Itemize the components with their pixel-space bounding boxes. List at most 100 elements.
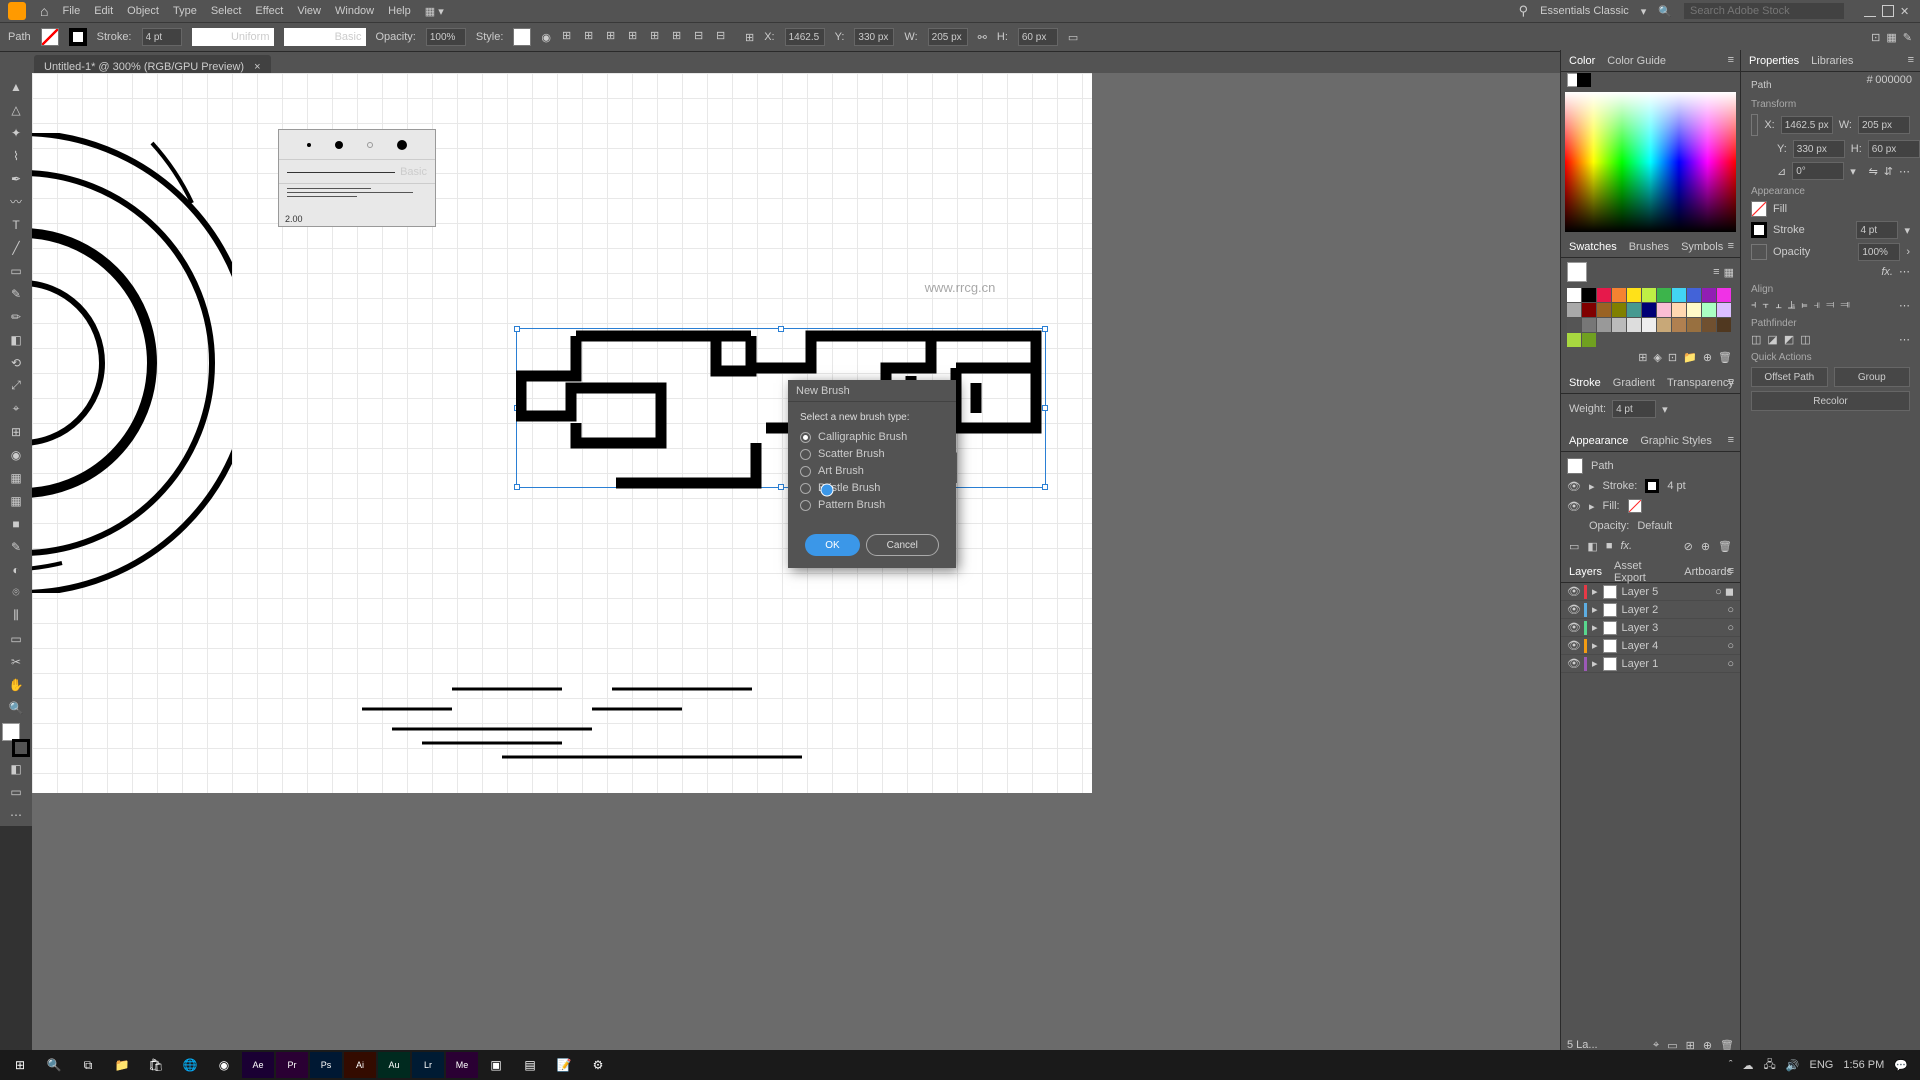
task-browser-icon[interactable]: 🌐 [174,1052,206,1078]
zoom-tool-icon[interactable]: 🔍 [2,696,30,719]
fill-stroke-toggle[interactable] [2,723,30,757]
clear-icon[interactable]: ⊘ [1684,540,1693,553]
prop-angle-input[interactable] [1792,162,1844,180]
swatch-chip[interactable] [1687,318,1701,332]
w-input[interactable] [928,28,968,46]
selection-tool-icon[interactable]: ▲ [2,75,30,98]
swatch-chip[interactable] [1672,303,1686,317]
prop-opacity-icon[interactable] [1751,244,1767,260]
cancel-button[interactable]: Cancel [866,534,939,556]
width-profile[interactable]: Uniform [192,28,274,46]
layer-row[interactable]: 👁▸Layer 1○ [1561,655,1740,673]
task-search-icon[interactable]: 🔍 [38,1052,70,1078]
swatch-chip[interactable] [1642,288,1656,302]
stock-search-input[interactable] [1684,3,1844,19]
task-chrome-icon[interactable]: ◉ [208,1052,240,1078]
group-button[interactable]: Group [1834,367,1911,387]
shaper-tool-icon[interactable]: ✏ [2,305,30,328]
more-opts-icon[interactable]: ⋯ [1899,299,1910,312]
new-group-icon[interactable]: 📁 [1683,351,1697,364]
fill-swatch[interactable] [41,28,59,46]
scale-tool-icon[interactable]: ⤢ [2,374,30,397]
align-vmid-icon[interactable]: ⊞ [649,28,669,46]
start-button-icon[interactable]: ⊞ [4,1052,36,1078]
flip-h-icon[interactable]: ⇋ [1869,165,1878,178]
menu-object[interactable]: Object [127,5,159,17]
new-art-icon[interactable]: ▭ [1569,540,1579,553]
swatch-chip[interactable] [1612,318,1626,332]
fx-icon[interactable]: fx. [1881,266,1893,278]
tray-onedrive-icon[interactable]: ☁ [1743,1059,1754,1072]
prop-x-input[interactable] [1781,116,1833,134]
curvature-tool-icon[interactable]: 〰 [2,190,30,213]
tab-graphic-styles[interactable]: Graphic Styles [1640,435,1712,447]
swatch-chip[interactable] [1657,318,1671,332]
perspective-tool-icon[interactable]: ▦ [2,466,30,489]
tab-symbols[interactable]: Symbols [1681,241,1723,253]
hex-value[interactable]: 000000 [1875,74,1912,86]
color-mode-icon[interactable]: ◧ [2,757,30,780]
swatch-chip[interactable] [1597,318,1611,332]
panel-menu-icon[interactable]: ≡ [1728,434,1734,446]
task-ae-icon[interactable]: Ae [242,1052,274,1078]
tab-layers[interactable]: Layers [1569,566,1602,578]
pen-tool-icon[interactable]: ✒ [2,167,30,190]
al-center-icon[interactable]: ⫟ [1763,299,1770,312]
ok-button[interactable]: OK [805,534,859,556]
prop-y-input[interactable] [1793,140,1845,158]
swatch-chip[interactable] [1672,318,1686,332]
task-explorer-icon[interactable]: 📁 [106,1052,138,1078]
brush-basic[interactable]: Basic [400,166,427,178]
fx-icon[interactable]: fx. [1620,540,1632,553]
y-input[interactable] [854,28,894,46]
panel-menu-icon[interactable]: ≡ [1728,240,1734,252]
al-right-icon[interactable]: ⫠ [1775,299,1782,312]
rectangle-tool-icon[interactable]: ▭ [2,259,30,282]
close-icon[interactable]: ✕ [1900,5,1912,17]
pf-intersect-icon[interactable]: ◩ [1784,333,1794,346]
flip-v-icon[interactable]: ⇵ [1884,165,1893,178]
brushes-popup-panel[interactable]: Basic 2.00 [278,129,436,227]
rotate-tool-icon[interactable]: ⟲ [2,351,30,374]
pf-unite-icon[interactable]: ◫ [1751,333,1761,346]
task-lr-icon[interactable]: Lr [412,1052,444,1078]
add-fill-icon[interactable]: ■ [1606,540,1613,553]
menu-edit[interactable]: Edit [94,5,113,17]
new-swatch-icon[interactable]: ⊕ [1703,351,1712,364]
tab-asset-export[interactable]: Asset Export [1614,560,1672,584]
swatch-chip[interactable] [1717,318,1731,332]
tab-swatches[interactable]: Swatches [1569,241,1617,253]
pf-exclude-icon[interactable]: ◫ [1800,333,1810,346]
eye-icon[interactable]: 👁 [1567,585,1579,598]
swatch-chip[interactable] [1597,303,1611,317]
opacity-input[interactable] [426,28,466,46]
swatch-chip[interactable] [1597,288,1611,302]
task-store-icon[interactable]: 🛍 [140,1052,172,1078]
swatch-chip[interactable] [1717,288,1731,302]
layer-name[interactable]: Layer 4 [1622,640,1659,652]
layer-row[interactable]: 👁▸Layer 2○ [1561,601,1740,619]
layer-name[interactable]: Layer 5 [1622,586,1659,598]
layer-row[interactable]: 👁▸Layer 5○ ◼ [1561,583,1740,601]
menu-file[interactable]: File [62,5,80,17]
add-stroke-icon[interactable]: ◧ [1587,540,1597,553]
home-icon[interactable]: ⌂ [40,3,48,19]
layer-row[interactable]: 👁▸Layer 3○ [1561,619,1740,637]
transform-icon[interactable]: ⊞ [745,31,754,44]
task-ps-icon[interactable]: Ps [310,1052,342,1078]
al-bot-icon[interactable]: ⫣ [1814,299,1821,312]
radio-art[interactable]: Art Brush [800,465,944,477]
symbol-tool-icon[interactable]: ⌾ [2,581,30,604]
color-spectrum[interactable] [1565,92,1736,232]
align-right-icon[interactable]: ⊞ [605,28,625,46]
trash-icon[interactable]: 🗑 [1718,540,1732,553]
screen-mode-icon[interactable]: ▭ [2,780,30,803]
prop-h-input[interactable] [1868,140,1920,158]
stroke-weight-input[interactable] [142,28,182,46]
maximize-icon[interactable] [1882,5,1894,17]
tray-network-icon[interactable]: 🖧 [1764,1056,1776,1075]
menu-help[interactable]: Help [388,5,411,17]
swatch-chip[interactable] [1627,288,1641,302]
task-au-icon[interactable]: Au [378,1052,410,1078]
graph-tool-icon[interactable]: ⫼ [2,604,30,627]
